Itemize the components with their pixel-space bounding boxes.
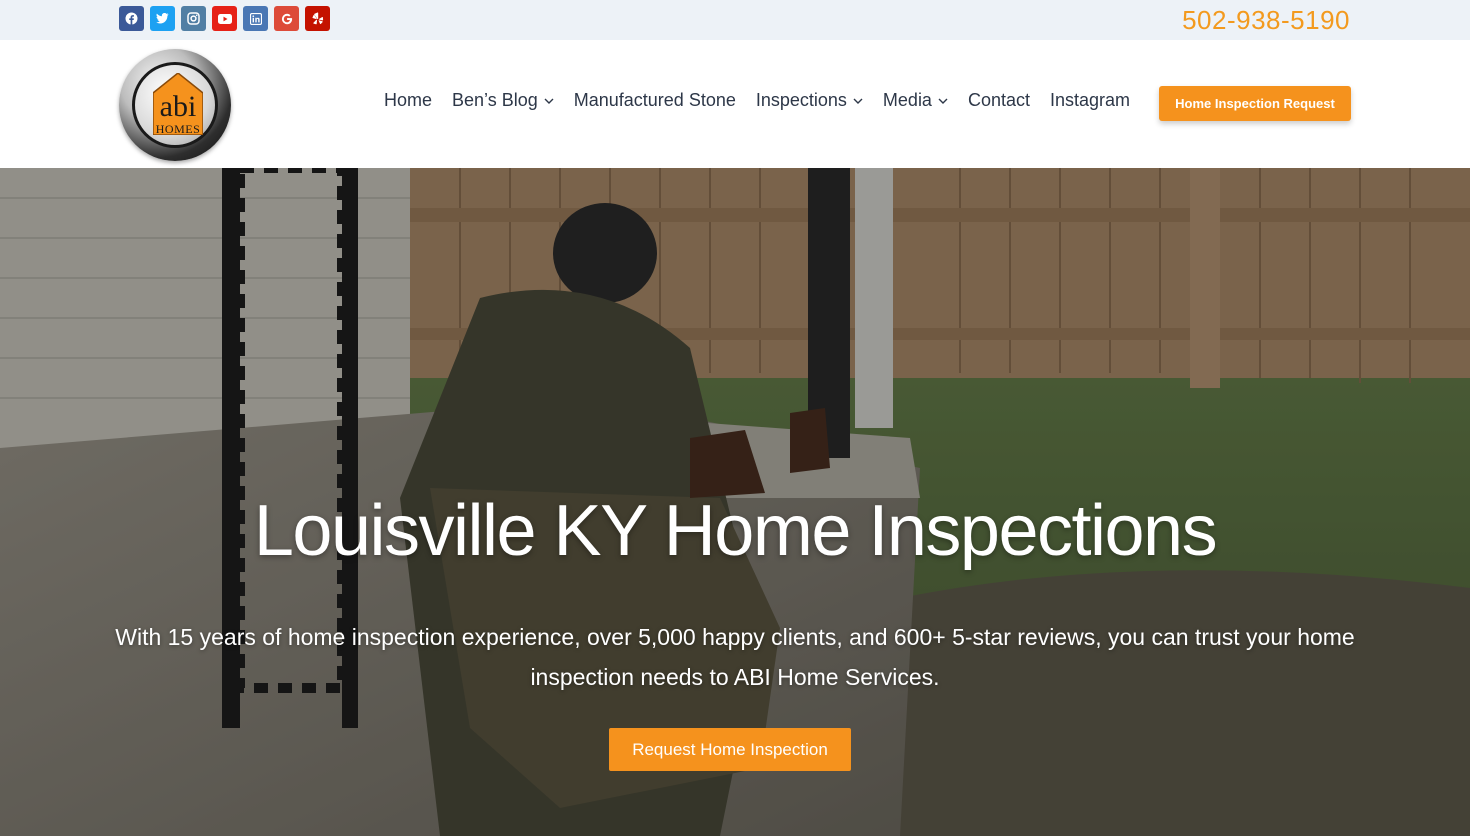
yelp-icon[interactable] (305, 6, 330, 31)
nav-instagram[interactable]: Instagram (1050, 90, 1130, 111)
nav-label: Ben’s Blog (452, 90, 538, 110)
nav-inspections[interactable]: Inspections (756, 90, 863, 111)
google-icon[interactable] (274, 6, 299, 31)
nav-home[interactable]: Home (384, 90, 432, 111)
nav-label: Media (882, 90, 932, 110)
top-bar: 502-938-5190 (0, 0, 1470, 40)
nav-bens-blog[interactable]: Ben’s Blog (452, 90, 554, 111)
hero-title: Louisville KY Home Inspections (253, 491, 1218, 571)
nav-label: Inspections (755, 90, 847, 110)
abi-homes-logo[interactable]: abi HOMES (119, 49, 231, 161)
main-nav: Home Ben’s Blog Manufactured Stone Inspe… (384, 90, 1150, 111)
site-header: abi HOMES Home Ben’s Blog Manufactured S… (0, 40, 1470, 168)
linkedin-icon[interactable] (243, 6, 268, 31)
youtube-icon[interactable] (212, 6, 237, 31)
chevron-down-icon (544, 98, 554, 104)
social-links (119, 6, 330, 31)
home-inspection-request-button[interactable]: Home Inspection Request (1159, 86, 1351, 121)
request-home-inspection-button[interactable]: Request Home Inspection (609, 728, 851, 771)
nav-manufactured-stone[interactable]: Manufactured Stone (574, 90, 736, 111)
logo-subtext: HOMES (155, 122, 201, 136)
twitter-icon[interactable] (150, 6, 175, 31)
phone-number[interactable]: 502-938-5190 (1182, 5, 1350, 36)
instagram-icon[interactable] (181, 6, 206, 31)
nav-media[interactable]: Media (883, 90, 948, 111)
facebook-icon[interactable] (119, 6, 144, 31)
logo-text: abi (159, 90, 197, 123)
chevron-down-icon (853, 98, 863, 104)
chevron-down-icon (938, 98, 948, 104)
logo-badge: abi HOMES (132, 62, 218, 148)
nav-contact[interactable]: Contact (968, 90, 1030, 111)
hero-subtitle: With 15 years of home inspection experie… (115, 624, 1355, 690)
hero-section: Louisville KY Home Inspections With 15 y… (0, 168, 1470, 836)
